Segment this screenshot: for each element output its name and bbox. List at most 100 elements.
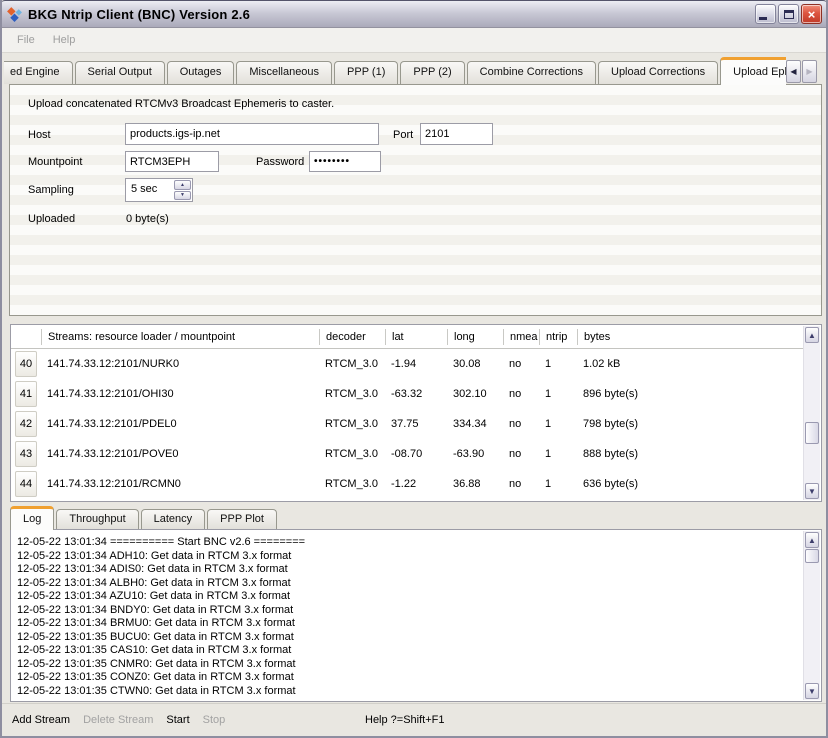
- spin-up-button[interactable]: ▲: [174, 180, 191, 190]
- menu-bar: File Help: [2, 28, 826, 53]
- scrollbar-thumb[interactable]: [805, 422, 819, 444]
- scroll-up-button[interactable]: ▲: [805, 532, 819, 548]
- mountpoint-input[interactable]: [125, 151, 219, 172]
- scroll-up-icon: ▲: [808, 536, 816, 545]
- cell-mountpoint: 141.74.33.12:2101/NURK0: [41, 358, 319, 370]
- cell-decoder: RTCM_3.0: [319, 418, 385, 430]
- cell-mountpoint: 141.74.33.12:2101/RCMN0: [41, 478, 319, 490]
- cell-long: 30.08: [447, 358, 503, 370]
- menu-help[interactable]: Help: [44, 34, 85, 46]
- row-number[interactable]: 41: [15, 381, 37, 407]
- tab-scroll-right-icon: ▶: [806, 67, 812, 76]
- stream-col-header-rownum: [11, 329, 41, 345]
- window-title: BKG Ntrip Client (BNC) Version 2.6: [28, 7, 250, 22]
- tab-scroll-left-icon: ◀: [790, 67, 796, 76]
- cell-long: 334.34: [447, 418, 503, 430]
- scroll-up-button[interactable]: ▲: [805, 327, 819, 343]
- streams-panel: Streams: resource loader / mountpointdec…: [10, 324, 822, 502]
- table-row[interactable]: 42141.74.33.12:2101/PDEL0RTCM_3.037.7533…: [11, 409, 804, 439]
- scroll-down-button[interactable]: ▼: [805, 683, 819, 699]
- tab-combine-corrections[interactable]: Combine Corrections: [467, 61, 596, 84]
- upload-ephemeris-pane: Upload concatenated RTCMv3 Broadcast Eph…: [9, 84, 822, 316]
- sampling-spin-buttons: ▲ ▼: [174, 180, 191, 200]
- table-row[interactable]: 41141.74.33.12:2101/OHI30RTCM_3.0-63.323…: [11, 379, 804, 409]
- scroll-down-button[interactable]: ▼: [805, 483, 819, 499]
- cell-nmea: no: [503, 418, 539, 430]
- cell-num: 40: [11, 351, 41, 377]
- cell-bytes: 888 byte(s): [577, 448, 804, 460]
- footer-buttons: Add StreamDelete StreamStartStop: [12, 714, 238, 726]
- sampling-label: Sampling: [28, 184, 74, 196]
- log-tab-log[interactable]: Log: [10, 506, 54, 530]
- table-row[interactable]: 43141.74.33.12:2101/POVE0RTCM_3.0-08.70-…: [11, 439, 804, 469]
- password-label: Password: [256, 156, 304, 168]
- log-line: 12-05-22 13:01:34 ========== Start BNC v…: [17, 536, 804, 550]
- tab-serial-output[interactable]: Serial Output: [75, 61, 165, 84]
- tab-scroll-left-button[interactable]: ◀: [786, 60, 801, 83]
- log-scrollbar[interactable]: ▲ ▼: [803, 531, 820, 700]
- cell-lat: -63.32: [385, 388, 447, 400]
- cell-ntrip: 1: [539, 448, 577, 460]
- sampling-spinbox[interactable]: 5 sec ▲ ▼: [125, 178, 193, 202]
- log-line: 12-05-22 13:01:35 CTWN0: Get data in RTC…: [17, 685, 804, 696]
- cell-num: 41: [11, 381, 41, 407]
- streams-body: 40141.74.33.12:2101/NURK0RTCM_3.0-1.9430…: [11, 349, 804, 499]
- tab-ed-engine[interactable]: ed Engine: [4, 61, 73, 84]
- password-input[interactable]: [309, 151, 381, 172]
- table-row[interactable]: 44141.74.33.12:2101/RCMN0RTCM_3.0-1.2236…: [11, 469, 804, 499]
- tab-scroll-right-button[interactable]: ▶: [802, 60, 817, 83]
- menu-file[interactable]: File: [8, 34, 44, 46]
- app-icon: [6, 6, 23, 23]
- log-line: 12-05-22 13:01:34 BNDY0: Get data in RTC…: [17, 604, 804, 618]
- sampling-value: 5 sec: [131, 183, 157, 195]
- scroll-down-icon: ▼: [808, 487, 816, 496]
- port-input[interactable]: [420, 123, 493, 145]
- row-number[interactable]: 40: [15, 351, 37, 377]
- log-panel: 12-05-22 13:01:34 ========== Start BNC v…: [10, 529, 822, 702]
- log-line: 12-05-22 13:01:35 CNMR0: Get data in RTC…: [17, 658, 804, 672]
- log-line: 12-05-22 13:01:35 CONZ0: Get data in RTC…: [17, 671, 804, 685]
- tab-upload-corrections[interactable]: Upload Corrections: [598, 61, 718, 84]
- close-button[interactable]: ×: [801, 4, 822, 24]
- tab-ppp-1[interactable]: PPP (1): [334, 61, 398, 84]
- minimize-button[interactable]: [755, 4, 776, 24]
- log-content: 12-05-22 13:01:34 ========== Start BNC v…: [11, 530, 804, 695]
- tab-outages[interactable]: Outages: [167, 61, 235, 84]
- log-line: 12-05-22 13:01:34 AZU10: Get data in RTC…: [17, 590, 804, 604]
- cell-num: 43: [11, 441, 41, 467]
- table-row[interactable]: 40141.74.33.12:2101/NURK0RTCM_3.0-1.9430…: [11, 349, 804, 379]
- cell-ntrip: 1: [539, 418, 577, 430]
- main-tab-bar: ed EngineSerial OutputOutagesMiscellaneo…: [4, 56, 786, 85]
- tab-ppp-2[interactable]: PPP (2): [400, 61, 464, 84]
- scroll-down-icon: ▼: [808, 687, 816, 696]
- tab-miscellaneous[interactable]: Miscellaneous: [236, 61, 332, 84]
- help-shortcut-label: Help ?=Shift+F1: [365, 714, 445, 726]
- stream-col-header-nmea: nmea: [503, 329, 539, 345]
- start-button[interactable]: Start: [166, 714, 189, 726]
- log-line: 12-05-22 13:01:34 ADIS0: Get data in RTC…: [17, 563, 804, 577]
- cell-decoder: RTCM_3.0: [319, 358, 385, 370]
- log-line: 12-05-22 13:01:35 BUCU0: Get data in RTC…: [17, 631, 804, 645]
- log-tab-ppp-plot[interactable]: PPP Plot: [207, 509, 277, 529]
- spin-up-icon: ▲: [180, 182, 185, 188]
- host-input[interactable]: [125, 123, 379, 145]
- streams-scrollbar[interactable]: ▲ ▼: [803, 326, 820, 500]
- tab-upload-ephemeris[interactable]: Upload Ephemeris: [720, 57, 786, 85]
- pane-description: Upload concatenated RTCMv3 Broadcast Eph…: [28, 98, 334, 110]
- row-number[interactable]: 44: [15, 471, 37, 497]
- row-number[interactable]: 43: [15, 441, 37, 467]
- log-line: 12-05-22 13:01:35 CAS10: Get data in RTC…: [17, 644, 804, 658]
- log-tab-throughput[interactable]: Throughput: [56, 509, 138, 529]
- cell-ntrip: 1: [539, 358, 577, 370]
- scrollbar-thumb[interactable]: [805, 549, 819, 563]
- cell-mountpoint: 141.74.33.12:2101/OHI30: [41, 388, 319, 400]
- add-stream-button[interactable]: Add Stream: [12, 714, 70, 726]
- row-number[interactable]: 42: [15, 411, 37, 437]
- maximize-button[interactable]: [778, 4, 799, 24]
- spin-down-button[interactable]: ▼: [174, 191, 191, 201]
- stream-col-header-lat: lat: [385, 329, 447, 345]
- spin-down-icon: ▼: [180, 192, 185, 198]
- log-tab-latency[interactable]: Latency: [141, 509, 206, 529]
- cell-long: 36.88: [447, 478, 503, 490]
- title-bar[interactable]: BKG Ntrip Client (BNC) Version 2.6 ×: [0, 0, 828, 28]
